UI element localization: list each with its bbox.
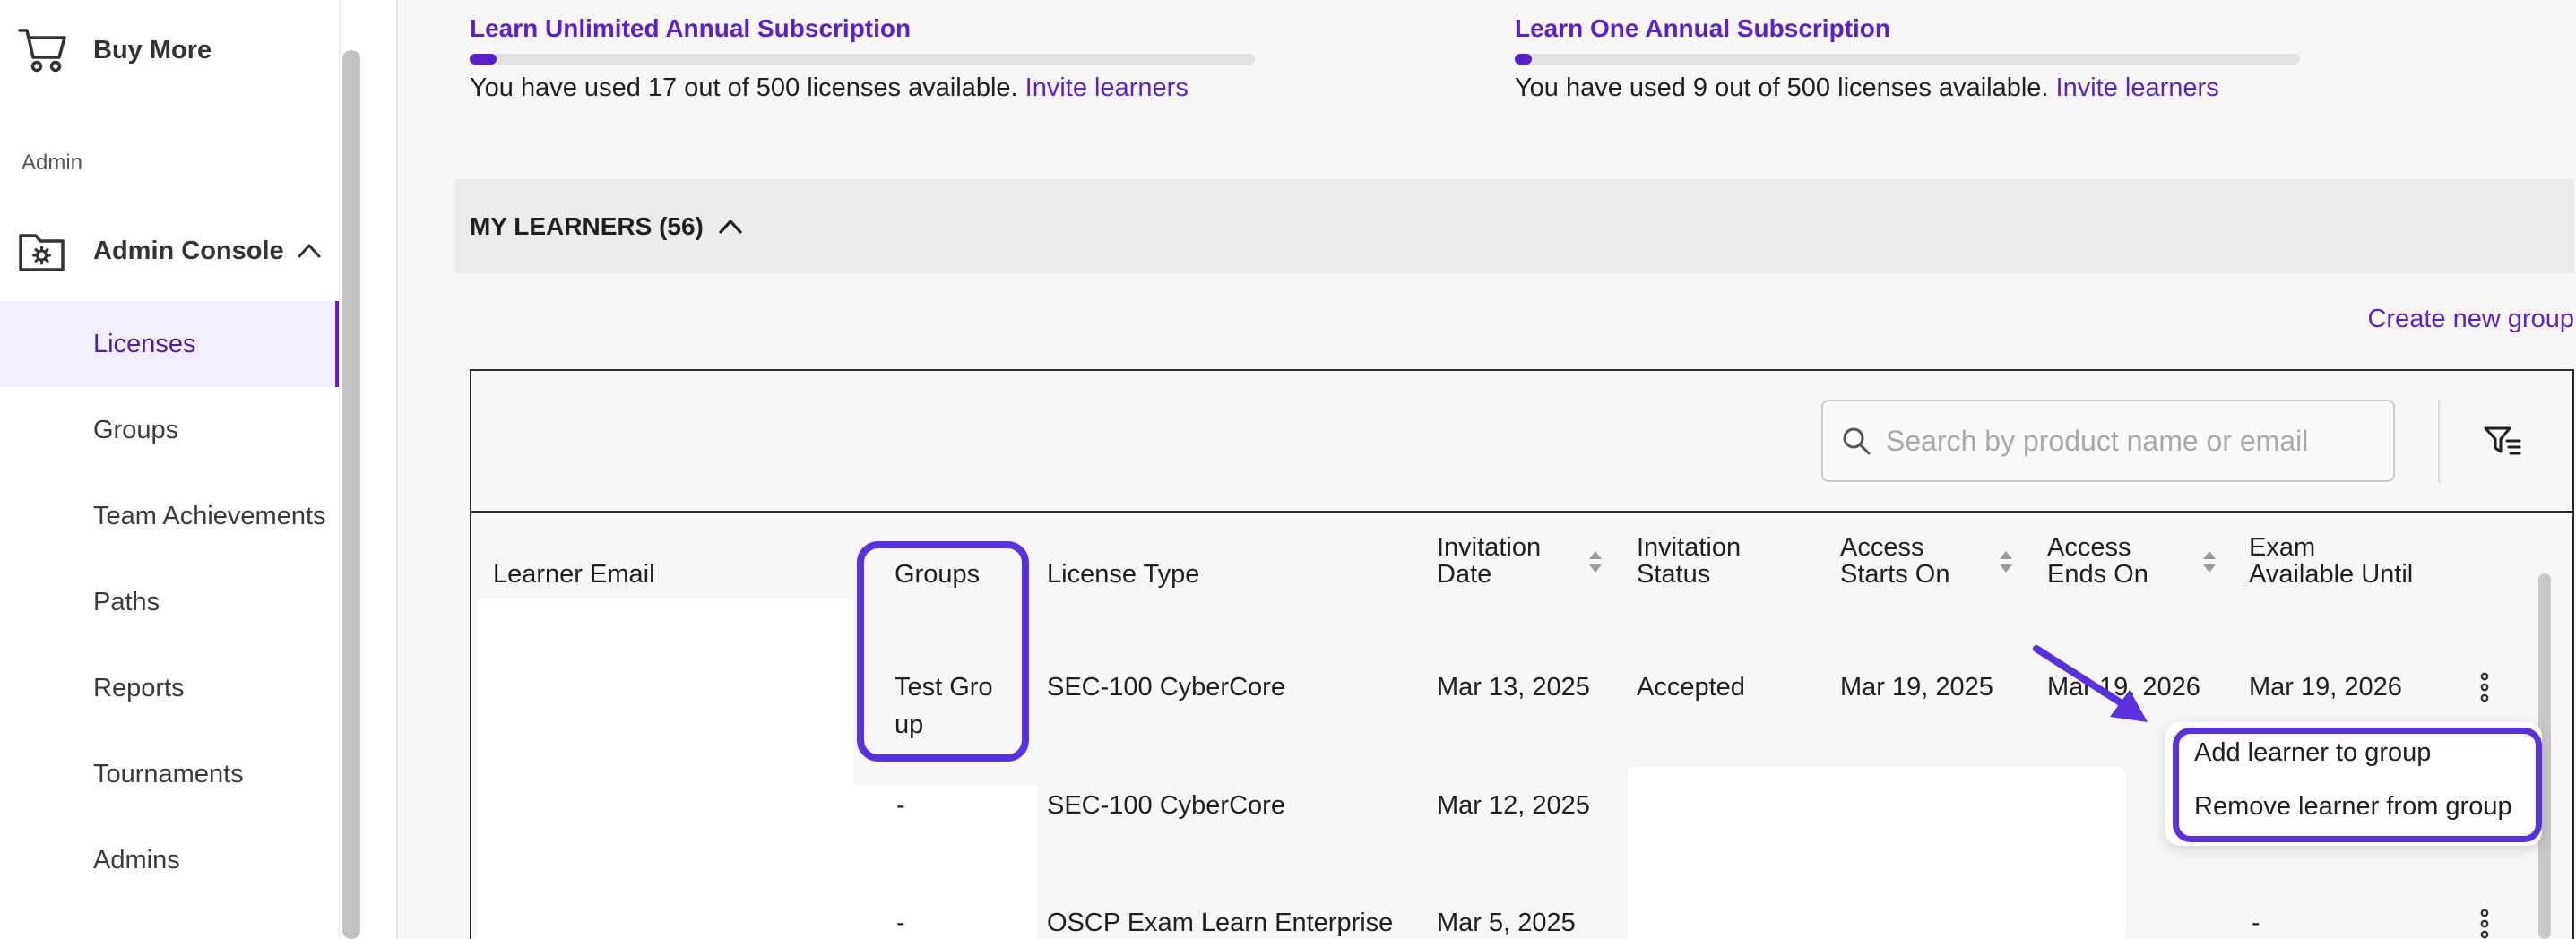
sidebar-item-tournaments[interactable]: Tournaments [0, 731, 339, 817]
toolbar-divider [2438, 400, 2440, 482]
header-line: Status [1637, 560, 1711, 589]
sidebar-item-label: Groups [93, 415, 179, 444]
column-header-groups: Groups [895, 560, 981, 589]
license-type-cell: OSCP Exam Learn Enterprise [1047, 909, 1394, 937]
sort-icon[interactable] [1586, 548, 1604, 575]
access-starts-cell: Mar 19, 2025 [1840, 673, 1993, 702]
header-line: Exam [2249, 533, 2316, 562]
header-line: Starts On [1840, 560, 1950, 589]
sidebar-item-paths[interactable]: Paths [0, 559, 339, 645]
sidebar-item-label: Licenses [93, 329, 196, 358]
redacted-learner-emails [477, 599, 853, 939]
sidebar-scrollbar-thumb[interactable] [342, 50, 360, 939]
column-header-invitation-status: Invitation Status [1637, 534, 1741, 588]
group-name-line: up [895, 711, 924, 739]
sidebar-item-label: Paths [93, 587, 160, 616]
group-name-line: Test Gro [895, 673, 993, 702]
buy-more-label: Buy More [93, 35, 212, 65]
subscription-card: Learn One Annual Subscription You have u… [1515, 14, 2321, 103]
usage-summary: You have used 17 out of 500 licenses ava… [470, 73, 1018, 102]
chevron-up-icon [719, 220, 742, 234]
sidebar-item-label: Admins [93, 845, 180, 874]
redacted-area [853, 785, 1038, 939]
license-usage-text: You have used 9 out of 500 licenses avai… [1515, 73, 2321, 103]
sidebar: Buy More Admin Admin Console Licenses Gr… [0, 0, 339, 939]
column-header-exam-available-until: Exam Available Until [2249, 534, 2413, 588]
sidebar-item-groups[interactable]: Groups [0, 387, 339, 473]
chevron-up-icon [298, 244, 321, 258]
column-header-access-starts-on[interactable]: Access Starts On [1840, 534, 1950, 588]
remove-learner-from-group-item[interactable]: Remove learner from group [2194, 792, 2512, 822]
license-type-cell: SEC-100 CyberCore [1047, 791, 1285, 820]
column-header-license-type: License Type [1047, 560, 1200, 589]
redacted-area [1628, 767, 2126, 939]
sidebar-item-label: Team Achievements [93, 501, 326, 530]
admin-section-heading: Admin [22, 151, 83, 175]
license-usage-bar [470, 54, 1255, 65]
more-actions-icon[interactable] [2476, 909, 2494, 939]
sidebar-item-team-achievements[interactable]: Team Achievements [0, 473, 339, 559]
license-usage-fill [1515, 54, 1533, 65]
invite-learners-link[interactable]: Invite learners [1025, 73, 1189, 102]
search-box [1821, 400, 2395, 482]
header-line: Available Until [2249, 560, 2414, 589]
column-header-invitation-date[interactable]: Invitation Date [1437, 534, 1541, 588]
subscription-title: Learn One Annual Subscription [1515, 14, 1891, 42]
usage-summary: You have used 9 out of 500 licenses avai… [1515, 73, 2049, 102]
exam-available-cell: - [2252, 909, 2260, 937]
license-usage-text: You have used 17 out of 500 licenses ava… [470, 73, 1276, 103]
folder-gear-icon [19, 234, 65, 271]
sidebar-item-admins[interactable]: Admins [0, 817, 339, 903]
column-header-learner-email: Learner Email [493, 560, 655, 589]
exam-available-cell: Mar 19, 2026 [2249, 673, 2402, 702]
admin-console-label: Admin Console [93, 236, 284, 265]
invitation-date-cell: Mar 13, 2025 [1437, 673, 1590, 702]
license-usage-bar [1515, 54, 2300, 65]
admin-console-toggle[interactable]: Admin Console [18, 226, 324, 276]
add-learner-to-group-item[interactable]: Add learner to group [2194, 738, 2431, 768]
more-actions-icon[interactable] [2476, 672, 2494, 702]
license-usage-fill [470, 54, 497, 65]
header-line: Access [2047, 533, 2131, 562]
invitation-date-cell: Mar 12, 2025 [1437, 791, 1590, 820]
search-input[interactable] [1886, 424, 2370, 458]
buy-more-link[interactable]: Buy More [18, 25, 212, 75]
sidebar-item-licenses[interactable]: Licenses [0, 301, 339, 387]
invitation-status-cell: Accepted [1637, 673, 1745, 702]
sidebar-item-label: Reports [93, 673, 185, 702]
search-icon [1843, 427, 1871, 455]
cart-icon [18, 29, 66, 73]
subscription-title: Learn Unlimited Annual Subscription [470, 14, 912, 42]
filter-list-icon[interactable] [2483, 421, 2522, 461]
create-new-group-link[interactable]: Create new group [2367, 305, 2574, 334]
header-line: Date [1437, 560, 1492, 589]
sidebar-gutter [366, 0, 396, 939]
my-learners-section-header[interactable]: MY LEARNERS (56) [455, 179, 2574, 274]
header-line: Access [1840, 533, 1924, 562]
group-cell: - [896, 791, 905, 820]
header-line: Ends On [2047, 560, 2148, 589]
sidebar-item-label: Tournaments [93, 759, 244, 788]
table-toolbar [471, 371, 2572, 513]
invitation-date-cell: Mar 5, 2025 [1437, 909, 1576, 937]
sort-icon[interactable] [2200, 548, 2218, 575]
sidebar-item-reports[interactable]: Reports [0, 645, 339, 731]
my-learners-title: MY LEARNERS (56) [470, 212, 704, 240]
group-cell: - [896, 909, 905, 937]
subscription-card: Learn Unlimited Annual Subscription You … [470, 14, 1276, 103]
group-cell: Test Gro up [895, 668, 993, 744]
annotation-arrow-icon [2033, 645, 2148, 722]
invite-learners-link[interactable]: Invite learners [2056, 73, 2219, 102]
column-header-access-ends-on[interactable]: Access Ends On [2047, 534, 2148, 588]
header-line: Invitation [1637, 533, 1742, 562]
sort-icon[interactable] [1997, 548, 2015, 575]
license-type-cell: SEC-100 CyberCore [1047, 673, 1285, 702]
header-line: Invitation [1437, 533, 1542, 562]
